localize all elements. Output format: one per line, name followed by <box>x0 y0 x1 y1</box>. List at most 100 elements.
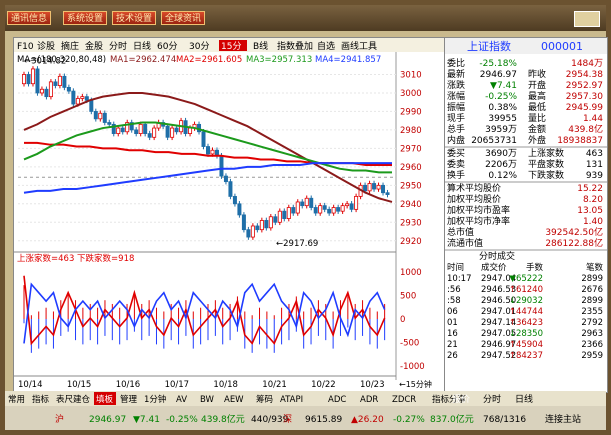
candle <box>44 88 49 98</box>
ticker-item: -0.25% <box>166 415 198 425</box>
candle <box>268 216 273 229</box>
candle <box>21 74 26 85</box>
tick-volume: ↑45904 <box>509 340 543 350</box>
candle <box>98 112 103 120</box>
quote-value: 439.8亿 <box>568 123 603 135</box>
indicator-tick: 1000 <box>400 268 422 278</box>
candle <box>241 214 246 231</box>
tick-count: 2676 <box>581 285 603 295</box>
tick-volume: ▼65222 <box>509 274 543 284</box>
quote-value: 2206万 <box>485 160 517 170</box>
ticker-item: ▼7.41 <box>133 415 160 425</box>
y-tick-label: 2950 <box>400 181 422 191</box>
candle <box>291 207 296 214</box>
candle <box>26 74 31 85</box>
x-tick-label: 10/16 <box>116 380 141 390</box>
quote-value: 2952.97 <box>566 81 603 91</box>
candle <box>223 175 228 183</box>
candle <box>327 208 332 214</box>
quote-label: 委比 <box>447 57 465 69</box>
chart-panel: F10 诊股 摘庄 金股 分时 日线 60分 30分 15分 B线 指数叠加 自选 画线工具 MA=(18… <box>13 37 446 393</box>
y-tick-label: 3000 <box>400 89 422 99</box>
bottom-tab: ADC <box>328 395 346 405</box>
candle <box>363 184 368 192</box>
candle <box>273 216 278 223</box>
candle <box>75 98 80 105</box>
quote-value: 2945.99 <box>566 103 603 113</box>
toolbar-tab-3[interactable]: 技术设置 <box>112 11 156 25</box>
candle <box>188 127 193 135</box>
quote-label: 涨幅 <box>447 90 465 102</box>
candle <box>80 96 85 99</box>
quote-label: 最新 <box>447 68 465 80</box>
quote-value: 15.22 <box>577 184 603 194</box>
candle <box>331 207 336 214</box>
quote-value: 2954.38 <box>566 70 603 80</box>
candle <box>174 127 179 133</box>
quote-panel: 上证指数 000001 委比 -25.18% 1484万 最新 2946.97 昨收 2954.… <box>444 37 608 393</box>
ticker-item: 沪 <box>55 413 64 425</box>
chart-toolbar-item: 自选 <box>317 40 335 52</box>
status-bar: 常用 指标 表尺建仓 填板 管理 1分钟 AV BW AEW 筹码 ATAPI ADC ADR ZDCR 指… <box>5 391 606 430</box>
candle <box>237 203 242 216</box>
tick-count: 2963 <box>581 329 603 339</box>
quote-value: 3690万 <box>485 149 517 159</box>
y-tick-label: 2970 <box>400 144 422 154</box>
chart-toolbar-code: F10 <box>17 42 34 52</box>
candle <box>219 155 224 177</box>
tick-col-header: 成交价 <box>481 262 507 273</box>
kline-chart[interactable]: F10 诊股 摘庄 金股 分时 日线 60分 30分 15分 B线 指数叠加 自选 画线工具MA=(18… <box>14 38 445 392</box>
candle <box>259 220 264 231</box>
x-tick-label: 10/23 <box>360 380 385 390</box>
tick-col-header: 笔数 <box>586 262 604 273</box>
quote-label: 总市值 <box>447 226 474 238</box>
candle <box>120 127 125 133</box>
x-tick-label: 10/17 <box>165 380 190 390</box>
candle <box>255 225 260 231</box>
toolbar-tab-1[interactable]: 通讯信息 <box>7 11 51 25</box>
ma-legend-ma4: MA4=2941.857 <box>315 55 381 65</box>
quote-label: 委买 <box>447 147 465 159</box>
candle <box>300 201 305 207</box>
tick-count: 2366 <box>581 340 603 350</box>
quote-value: 20653731 <box>471 136 517 146</box>
x-axis-suffix: ←15分钟 <box>399 379 432 389</box>
tick-time: 21 <box>447 340 458 350</box>
x-tick-label: 10/15 <box>67 380 92 390</box>
ticker-item: 768/1316 <box>483 415 526 425</box>
y-tick-label: 2930 <box>400 218 422 228</box>
chart-toolbar-item: 15分 <box>221 41 241 52</box>
status-ticker: 常用 指标 表尺建仓 填板 管理 1分钟 AV BW AEW 筹码 ATAPI ADC ADR ZDCR 指… <box>5 391 606 428</box>
quote-value: ▼7.41 <box>490 81 517 91</box>
candle <box>134 129 139 135</box>
candle <box>84 96 89 101</box>
top-toolbar: 通讯信息 系统设置 技术设置 全球资讯 <box>5 5 606 31</box>
candle <box>367 183 372 192</box>
quote-code: 000001 <box>541 40 583 53</box>
tick-time: 10:17 <box>447 274 472 284</box>
candle <box>165 125 170 138</box>
candle <box>71 90 76 105</box>
app-logo <box>574 11 600 27</box>
tick-count: 2899 <box>581 296 603 306</box>
quote-value: 0.12% <box>488 171 517 181</box>
toolbar-tab-4[interactable]: 全球资讯 <box>161 11 205 25</box>
bottom-tab: ATAPI <box>280 395 303 405</box>
candle <box>376 184 381 190</box>
y-tick-label: 2940 <box>400 200 422 210</box>
quote-value: 3959万 <box>485 125 517 135</box>
ticker-item: 837.0亿元 <box>430 413 474 425</box>
tick-time: 06 <box>447 307 458 317</box>
quote-value: 13.05 <box>577 206 603 216</box>
candle <box>147 133 152 138</box>
toolbar-tab-2[interactable]: 系统设置 <box>63 11 107 25</box>
quote-tab: 日线 <box>515 393 533 405</box>
candle <box>277 210 282 223</box>
quote-label: 最低 <box>528 101 546 113</box>
candle <box>264 220 269 229</box>
ticker-item: 2946.97 <box>89 415 126 425</box>
quote-label: 下跌家数 <box>528 169 564 181</box>
bottom-tab: AV <box>176 395 187 405</box>
quote-value: 18938837 <box>557 136 603 146</box>
quote-label: 委卖 <box>447 158 465 170</box>
